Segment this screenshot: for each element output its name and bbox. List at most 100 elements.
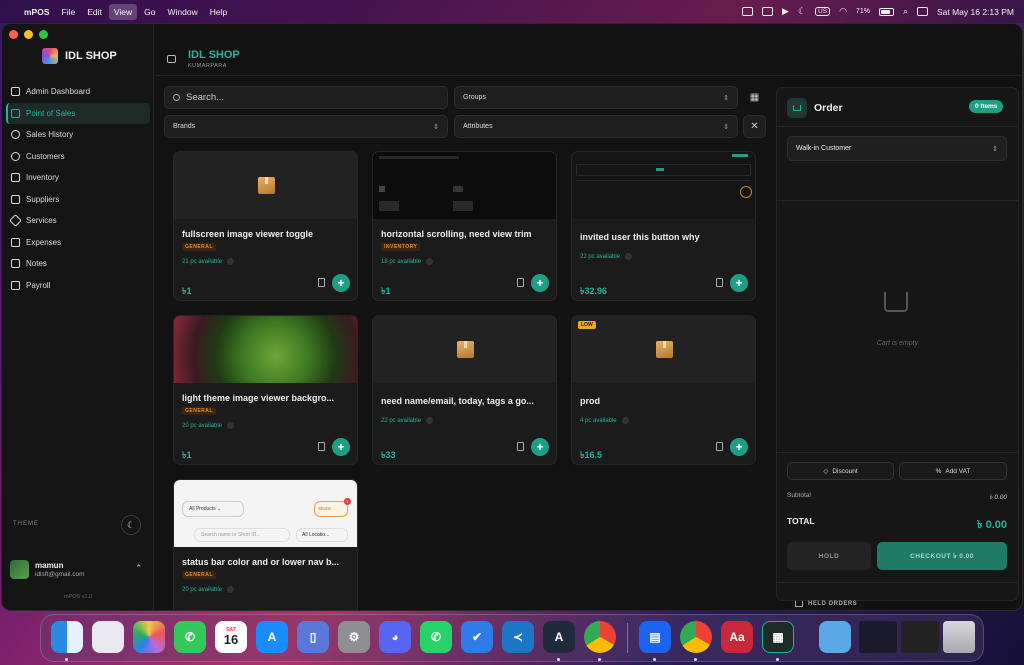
product-card[interactable]: fullscreen image viewer toggle GENERAL 2… [173, 151, 358, 301]
folder-icon[interactable] [819, 621, 851, 653]
sidebar-item-expenses[interactable]: Expenses [6, 232, 150, 254]
sidebar-item-suppliers[interactable]: Suppliers [6, 189, 150, 211]
add-to-cart-button[interactable]: + [531, 274, 549, 292]
order-panel: Order 0 Items Walk-in Customer ⇕ Cart is … [776, 87, 1019, 607]
sidebar-item-label: Point of Sales [26, 108, 76, 118]
menu-view[interactable]: View [108, 3, 138, 20]
user-profile[interactable]: mamun idlsft@gmail.com [10, 560, 85, 579]
sidebar-item-sales-history[interactable]: Sales History [6, 124, 150, 146]
brands-select[interactable]: Brands ⇕ [164, 115, 448, 138]
sidebar-item-inventory[interactable]: Inventory [6, 167, 150, 189]
menu-edit[interactable]: Edit [87, 7, 102, 17]
groups-select[interactable]: Groups ⇕ [454, 86, 738, 109]
control-center-icon[interactable] [916, 7, 928, 16]
clipboard-status-icon[interactable] [762, 7, 774, 16]
wifi-icon[interactable]: ◠ [839, 6, 847, 17]
simulator-icon[interactable]: ▯ [297, 621, 329, 653]
zoom-window-button[interactable] [39, 30, 48, 39]
add-to-cart-button[interactable]: + [332, 438, 350, 456]
clear-filters-button[interactable]: ✕ [743, 115, 766, 138]
launchpad-icon[interactable] [92, 621, 124, 653]
close-window-button[interactable] [9, 30, 18, 39]
chevron-up-down-icon[interactable]: ⌃ [135, 563, 143, 574]
moon-status-icon[interactable]: ☾ [798, 6, 806, 17]
keyboard-input-indicator[interactable]: US [815, 7, 831, 16]
clipboard-icon[interactable] [716, 278, 723, 287]
product-card[interactable]: All Products ⌄ Shorts 1 Search name or S… [173, 479, 358, 610]
menubar-clock[interactable]: Sat May 16 2:13 PM [937, 7, 1014, 17]
product-image-placeholder [174, 152, 357, 219]
clipboard-icon[interactable] [517, 442, 524, 451]
discount-button[interactable]: ◇ Discount [787, 462, 894, 480]
running-indicator [557, 658, 560, 661]
menu-help[interactable]: Help [210, 7, 227, 17]
photos-icon[interactable] [133, 621, 165, 653]
battery-icon[interactable] [878, 7, 894, 16]
whatsapp-icon[interactable]: ✆ [420, 621, 452, 653]
finder-icon[interactable] [51, 621, 83, 653]
trash-icon[interactable] [943, 621, 975, 653]
clipboard-icon[interactable] [318, 278, 325, 287]
grid-view-button[interactable]: ▦ [743, 86, 766, 109]
total-row: TOTAL ৳ 0.00 [787, 516, 1007, 535]
vscode-icon[interactable]: ≺ [502, 621, 534, 653]
sidebar-item-notes[interactable]: Notes [6, 253, 150, 275]
add-to-cart-button[interactable]: + [531, 438, 549, 456]
sidebar-item-admin-dashboard[interactable]: Admin Dashboard [6, 81, 150, 103]
search-input[interactable]: Search... [164, 86, 448, 109]
running-indicator [653, 658, 656, 661]
dictionary-icon[interactable]: Aa [721, 621, 753, 653]
app-menu[interactable]: mPOS [24, 7, 50, 17]
window-thumbnail[interactable] [859, 621, 897, 653]
product-tag: INVENTORY [381, 243, 421, 251]
checkout-button[interactable]: CHECKOUT ৳ 0.00 [877, 542, 1007, 570]
add-to-cart-button[interactable]: + [332, 274, 350, 292]
product-title: light theme image viewer backgro... [182, 393, 335, 403]
menu-go[interactable]: Go [144, 7, 155, 17]
android-studio-icon[interactable]: A [543, 621, 575, 653]
add-to-cart-button[interactable]: + [730, 274, 748, 292]
menu-window[interactable]: Window [168, 7, 198, 17]
mpos-icon[interactable]: ▦ [762, 621, 794, 653]
menu-file[interactable]: File [62, 7, 76, 17]
grid-icon [11, 87, 20, 97]
sidebar-item-services[interactable]: Services [6, 210, 150, 232]
docker-icon[interactable]: ▤ [639, 621, 671, 653]
clipboard-icon[interactable] [517, 278, 524, 287]
facetime-icon[interactable]: ✆ [174, 621, 206, 653]
hold-button[interactable]: HOLD [787, 542, 871, 570]
held-orders-button[interactable]: HELD ORDERS [795, 601, 857, 607]
running-indicator [694, 658, 697, 661]
spotlight-search-icon[interactable]: ⌕ [903, 6, 908, 17]
window-thumbnail[interactable] [901, 621, 939, 653]
total-label: TOTAL [787, 516, 815, 526]
play-status-icon[interactable]: ▶ [782, 6, 789, 17]
clipboard-icon[interactable] [716, 442, 723, 451]
chrome-icon[interactable] [680, 621, 712, 653]
product-card[interactable]: invited user this button why 22 pc avail… [571, 151, 756, 301]
sidebar-item-payroll[interactable]: Payroll [6, 275, 150, 297]
product-card[interactable]: light theme image viewer backgro... GENE… [173, 315, 358, 465]
sidebar-item-customers[interactable]: Customers [6, 146, 150, 168]
docker-status-icon[interactable] [742, 7, 754, 16]
sidebar-item-point-of-sales[interactable]: Point of Sales [6, 102, 150, 124]
product-card[interactable]: LOW prod 4 pc available ৳16.5 + [571, 315, 756, 465]
app-store-icon[interactable]: A [256, 621, 288, 653]
attributes-select[interactable]: Attributes ⇕ [454, 115, 738, 138]
clipboard-icon[interactable] [318, 442, 325, 451]
product-card[interactable]: horizontal scrolling, need view trim INV… [372, 151, 557, 301]
product-stock: 20 pc available [182, 586, 235, 593]
system-settings-icon[interactable]: ⚙ [338, 621, 370, 653]
discord-icon[interactable]: ◕ [379, 621, 411, 653]
add-to-cart-button[interactable]: + [730, 438, 748, 456]
minimize-window-button[interactable] [24, 30, 33, 39]
tasks-icon[interactable]: ✔ [461, 621, 493, 653]
sidebar-toggle-icon[interactable] [167, 55, 176, 63]
product-title: status bar color and or lower nav b... [182, 557, 340, 567]
chrome-icon[interactable] [584, 621, 616, 653]
customer-select[interactable]: Walk-in Customer ⇕ [787, 136, 1007, 161]
calendar-icon[interactable]: SAT 16 [215, 621, 247, 653]
add-vat-button[interactable]: % Add VAT [899, 462, 1007, 480]
theme-toggle-button[interactable]: ☾ [121, 515, 141, 535]
product-card[interactable]: need name/email, today, tags a go... 22 … [372, 315, 557, 465]
